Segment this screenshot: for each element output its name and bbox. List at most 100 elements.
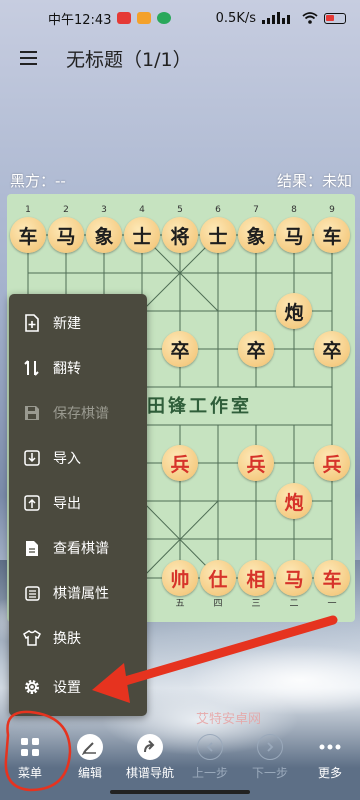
shirt-icon (23, 629, 41, 647)
menu-item-view-record[interactable]: 查看棋谱 (9, 529, 147, 567)
menu-item-label: 换肤 (53, 631, 81, 647)
game-info: 黑方：-- 结果：未知 (10, 170, 352, 191)
coord-label: 6 (215, 205, 221, 215)
black-soldier-piece[interactable]: 卒 (238, 331, 274, 367)
menu-item-export[interactable]: 导出 (9, 484, 147, 522)
black-chariot-piece[interactable]: 车 (10, 217, 46, 253)
coord-label: 一 (327, 599, 337, 609)
notification-icon (137, 12, 152, 24)
black-general-piece[interactable]: 将 (162, 217, 198, 253)
nav-record-navigation-button[interactable]: 棋谱导航 (120, 728, 180, 781)
wifi-icon (302, 12, 318, 24)
battery-icon (324, 12, 346, 24)
menu-item-label: 设置 (53, 680, 81, 696)
nav-label: 编辑 (77, 766, 102, 780)
status-bar: 中午12:43 0.5K/s (0, 0, 360, 36)
view-record-icon (23, 539, 41, 557)
red-cannon-piece[interactable]: 炮 (276, 483, 312, 519)
new-file-icon (23, 314, 41, 332)
menu-item-save-record[interactable]: 保存棋谱 (9, 394, 147, 432)
menu-item-settings[interactable]: 设置 (9, 668, 147, 706)
status-time: 中午12:43 (48, 12, 112, 28)
menu-item-change-skin[interactable]: 换肤 (9, 619, 147, 657)
menu-item-label: 新建 (53, 316, 81, 332)
red-soldier-piece[interactable]: 兵 (162, 445, 198, 481)
red-soldier-piece[interactable]: 兵 (314, 445, 350, 481)
menu-item-label: 翻转 (53, 361, 81, 377)
red-general-piece[interactable]: 帅 (162, 560, 198, 596)
next-icon (257, 734, 283, 760)
black-elephant-piece[interactable]: 象 (238, 217, 274, 253)
network-speed: 0.5K/s (215, 10, 256, 26)
save-icon (23, 404, 41, 422)
menu-item-label: 棋谱属性 (53, 586, 109, 602)
bottom-navigation: 菜单 编辑 棋谱导航 上一步 下一步 更多 (0, 728, 360, 784)
menu-item-label: 查看棋谱 (53, 541, 109, 557)
coord-label: 三 (251, 599, 261, 609)
export-icon (23, 494, 41, 512)
black-advisor-piece[interactable]: 士 (200, 217, 236, 253)
black-cannon-piece[interactable]: 炮 (276, 293, 312, 329)
nav-label: 上一步 (191, 766, 228, 780)
hamburger-icon[interactable] (0, 36, 56, 80)
properties-icon (23, 584, 41, 602)
home-indicator (110, 790, 250, 794)
red-soldier-piece[interactable]: 兵 (238, 445, 274, 481)
coord-label: 5 (177, 205, 183, 215)
nav-more-button[interactable]: 更多 (300, 728, 360, 781)
coord-label: 1 (25, 205, 31, 215)
black-horse-piece[interactable]: 马 (48, 217, 84, 253)
red-elephant-piece[interactable]: 相 (238, 560, 274, 596)
menu-item-label: 导入 (53, 451, 81, 467)
menu-item-flip[interactable]: 翻转 (9, 349, 147, 387)
nav-label: 下一步 (251, 766, 288, 780)
black-elephant-piece[interactable]: 象 (86, 217, 122, 253)
black-soldier-piece[interactable]: 卒 (162, 331, 198, 367)
popup-menu: 新建 翻转 保存棋谱 导入 导出 查看棋谱 棋谱属性 换肤 设置 (9, 294, 147, 716)
prev-icon (197, 734, 223, 760)
coord-label: 8 (291, 205, 297, 215)
black-horse-piece[interactable]: 马 (276, 217, 312, 253)
coord-label: 四 (213, 599, 223, 609)
signal-icon (262, 12, 290, 24)
result-label: 结果：未知 (276, 172, 352, 190)
red-horse-piece[interactable]: 马 (276, 560, 312, 596)
nav-label: 菜单 (17, 766, 42, 780)
coord-label: 4 (139, 205, 145, 215)
black-player-label: 黑方：-- (10, 172, 66, 190)
black-soldier-piece[interactable]: 卒 (314, 331, 350, 367)
red-advisor-piece[interactable]: 仕 (200, 560, 236, 596)
notification-icon (157, 12, 172, 24)
nav-label: 更多 (317, 766, 342, 780)
import-icon (23, 449, 41, 467)
nav-menu-button[interactable]: 菜单 (0, 728, 60, 781)
coord-label: 五 (175, 599, 185, 609)
menu-item-label: 导出 (53, 496, 81, 512)
black-chariot-piece[interactable]: 车 (314, 217, 350, 253)
nav-next-step-button[interactable]: 下一步 (240, 728, 300, 781)
edit-icon (77, 734, 103, 760)
coord-label: 7 (253, 205, 259, 215)
grid-icon (17, 734, 43, 760)
menu-item-new[interactable]: 新建 (9, 304, 147, 342)
menu-item-label: 保存棋谱 (53, 406, 109, 422)
black-advisor-piece[interactable]: 士 (124, 217, 160, 253)
page-title: 无标题（1/1） (66, 48, 192, 71)
menu-item-record-properties[interactable]: 棋谱属性 (9, 574, 147, 612)
watermark-text: 艾特安卓网 (196, 712, 262, 727)
nav-prev-step-button[interactable]: 上一步 (180, 728, 240, 781)
menu-item-import[interactable]: 导入 (9, 439, 147, 477)
flip-icon (23, 359, 41, 377)
red-chariot-piece[interactable]: 车 (314, 560, 350, 596)
navigate-icon (137, 734, 163, 760)
coord-label: 9 (329, 205, 335, 215)
coord-label: 2 (63, 205, 69, 215)
notification-icon (117, 12, 132, 24)
river-text: 田锋工作室 (147, 396, 252, 417)
app-bar: 无标题（1/1） (0, 36, 360, 80)
nav-label: 棋谱导航 (125, 766, 174, 780)
nav-edit-button[interactable]: 编辑 (60, 728, 120, 781)
more-icon (317, 734, 343, 760)
coord-label: 3 (101, 205, 107, 215)
gear-icon (23, 678, 41, 696)
